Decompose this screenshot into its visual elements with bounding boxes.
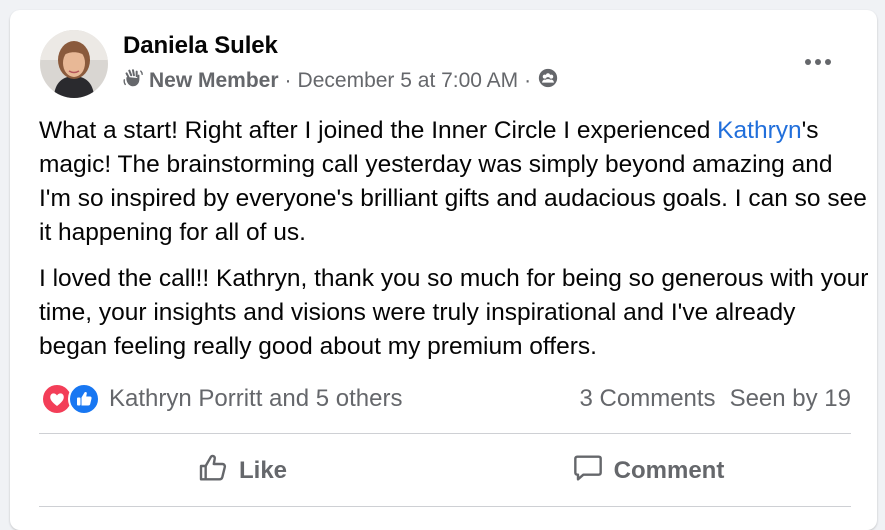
reaction-names[interactable]: Kathryn Porritt and 5 others xyxy=(109,385,402,413)
post-card: Daniela Sulek New Member · December 5 at… xyxy=(10,10,877,530)
post-author-name[interactable]: Daniela Sulek xyxy=(123,32,278,60)
post-paragraph: I loved the call!! Kathryn, thank you so… xyxy=(39,265,869,360)
seen-by-count[interactable]: Seen by 19 xyxy=(730,385,851,413)
like-reaction-icon xyxy=(68,383,100,415)
more-options-icon[interactable] xyxy=(803,50,833,74)
like-button[interactable]: Like xyxy=(39,440,445,502)
divider xyxy=(39,506,851,507)
post-actions: Like Comment xyxy=(39,440,851,502)
post-text: What a start! Right after I joined the I… xyxy=(39,117,718,144)
reaction-icons[interactable] xyxy=(41,383,100,415)
comment-bubble-icon xyxy=(572,452,604,491)
comment-label: Comment xyxy=(613,457,725,484)
mention-link[interactable]: Kathryn xyxy=(717,117,801,144)
hand-wave-icon xyxy=(122,67,144,95)
meta-separator: · xyxy=(524,69,532,92)
post-body: What a start! Right after I joined the I… xyxy=(39,114,869,376)
group-audience-icon[interactable] xyxy=(537,67,559,95)
avatar[interactable] xyxy=(40,30,108,98)
like-label: Like xyxy=(238,457,288,484)
meta-separator: · xyxy=(284,69,292,92)
reactions-row: Kathryn Porritt and 5 others 3 Comments … xyxy=(41,382,851,416)
comments-count[interactable]: 3 Comments xyxy=(580,385,716,413)
divider xyxy=(39,433,851,434)
post-stats: 3 Comments Seen by 19 xyxy=(580,385,851,413)
post-meta: New Member · December 5 at 7:00 AM · xyxy=(122,67,559,95)
thumbs-up-icon xyxy=(197,452,229,491)
post-paragraph: What a start! Right after I joined the I… xyxy=(39,114,869,250)
comment-button[interactable]: Comment xyxy=(445,440,851,502)
post-timestamp[interactable]: December 5 at 7:00 AM xyxy=(298,69,519,93)
member-badge-label: New Member xyxy=(149,69,279,92)
